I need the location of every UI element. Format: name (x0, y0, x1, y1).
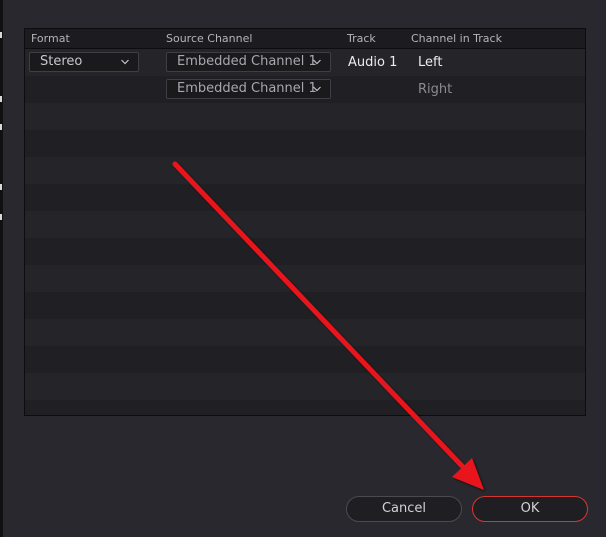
empty-row (25, 292, 585, 319)
source-channel-value: Embedded Channel 1 (177, 81, 317, 96)
empty-row (25, 157, 585, 184)
source-channel-dropdown[interactable]: Embedded Channel 1 (166, 79, 331, 99)
left-window-edge (0, 0, 3, 537)
channel-in-track-value: Right (418, 82, 453, 97)
empty-row (25, 184, 585, 211)
edge-mark (0, 32, 2, 38)
cancel-button[interactable]: Cancel (346, 496, 462, 522)
empty-row (25, 373, 585, 400)
channel-mapping-table: Format Source Channel Track Channel in T… (24, 28, 586, 416)
edge-mark (0, 124, 2, 130)
table-row: Stereo Embedded Channel 1 Audio 1 Left (25, 49, 585, 76)
format-dropdown[interactable]: Stereo (29, 52, 139, 72)
column-header-track: Track (347, 32, 376, 45)
column-header-format: Format (31, 32, 70, 45)
chevron-down-icon (313, 59, 321, 65)
chevron-down-icon (121, 59, 129, 65)
empty-row (25, 319, 585, 346)
empty-row (25, 238, 585, 265)
empty-row (25, 130, 585, 157)
track-value: Audio 1 (348, 55, 398, 70)
empty-row (25, 211, 585, 238)
empty-row (25, 265, 585, 292)
chevron-down-icon (313, 86, 321, 92)
empty-row (25, 346, 585, 373)
table-body: Stereo Embedded Channel 1 Audio 1 Left E… (25, 49, 585, 415)
edge-mark (0, 214, 2, 220)
column-header-source-channel: Source Channel (166, 32, 253, 45)
table-header: Format Source Channel Track Channel in T… (25, 29, 585, 49)
empty-row (25, 103, 585, 130)
channel-in-track-value: Left (418, 55, 443, 70)
empty-row (25, 400, 585, 415)
edge-mark (0, 184, 2, 190)
dialog: Format Source Channel Track Channel in T… (0, 0, 606, 537)
table-row: Embedded Channel 1 Right (25, 76, 585, 103)
format-value: Stereo (40, 54, 83, 69)
edge-mark (0, 96, 2, 102)
column-header-channel-in-track: Channel in Track (411, 32, 502, 45)
source-channel-value: Embedded Channel 1 (177, 54, 317, 69)
ok-button[interactable]: OK (472, 496, 588, 522)
source-channel-dropdown[interactable]: Embedded Channel 1 (166, 52, 331, 72)
